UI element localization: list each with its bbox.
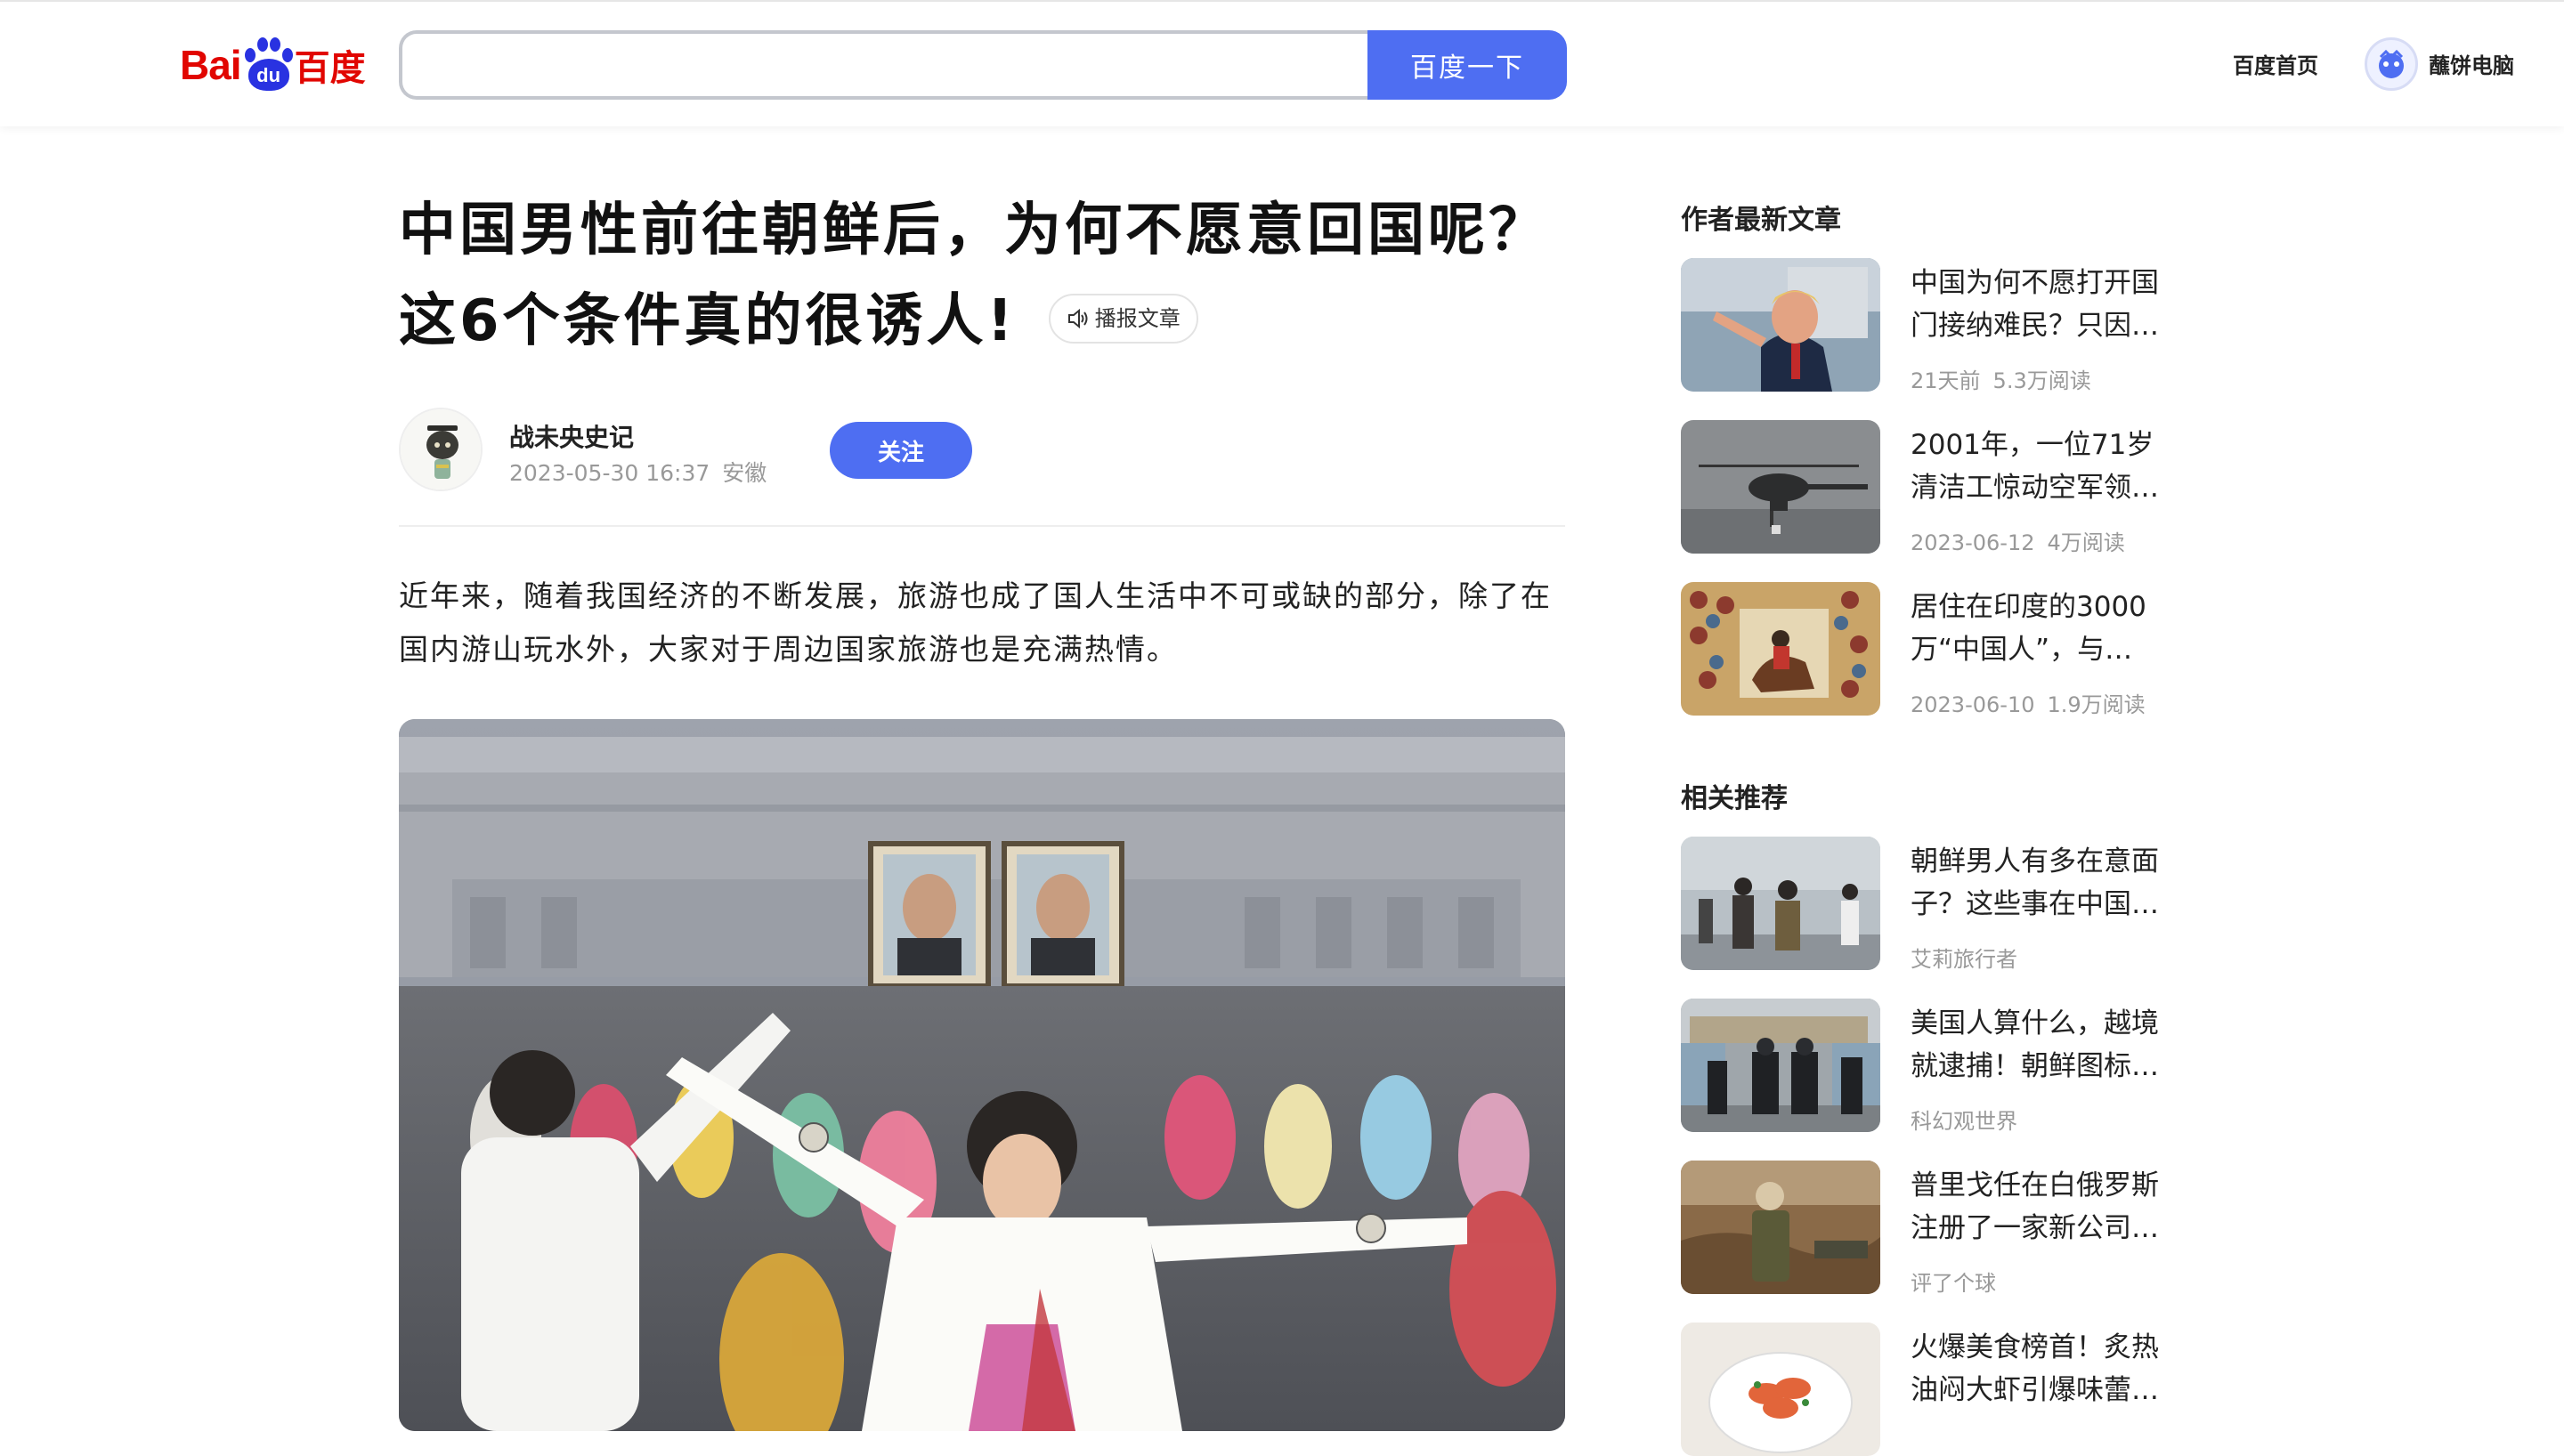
latest-article-card[interactable]: 居住在印度的3000万“中国人”，与… 2023-06-10 1.9万阅读 (1681, 582, 2179, 718)
related-article-card[interactable]: 美国人算什么，越境就逮捕！朝鲜图标… 科幻观世界 (1681, 999, 2179, 1135)
card-title: 普里戈任在白俄罗斯注册了一家新公司… (1911, 1169, 2159, 1244)
card-meta: 评了个球 (1911, 1266, 1996, 1297)
listen-article-label: 播报文章 (1094, 306, 1181, 332)
card-source: 科幻观世界 (1911, 1109, 2017, 1134)
author-avatar-image (401, 409, 481, 489)
author-meta: 2023-05-30 16:37 安徽 (509, 456, 767, 488)
top-bar: Bai du 百度 百度一下 百度首页 蘸饼电脑 (0, 0, 2564, 126)
card-reads: 4万阅读 (2047, 530, 2125, 555)
card-title: 美国人算什么，越境就逮捕！朝鲜图标… (1911, 1007, 2159, 1082)
speaker-icon (1067, 309, 1088, 329)
article-hero-image (399, 719, 1565, 1431)
latest-article-card[interactable]: 2001年，一位71岁清洁工惊动空军领… 2023-06-12 4万阅读 (1681, 420, 2179, 556)
card-meta: 2023-06-12 4万阅读 (1911, 525, 2125, 556)
hero-photo (399, 719, 1565, 1431)
search-input[interactable] (402, 34, 1369, 96)
paw-icon: du (243, 37, 293, 93)
avatar[interactable] (2365, 37, 2418, 91)
author-name[interactable]: 战未央史记 (509, 418, 634, 454)
card-title: 居住在印度的3000万“中国人”，与… (1911, 591, 2146, 666)
card-meta: 艾莉旅行者 (1911, 942, 2017, 973)
search-box (399, 30, 1369, 100)
card-reads: 1.9万阅读 (2047, 692, 2146, 717)
related-article-card[interactable]: 普里戈任在白俄罗斯注册了一家新公司… 评了个球 (1681, 1161, 2179, 1297)
related-article-card[interactable]: 火爆美食榜首！炙热油闷大虾引爆味蕾… (1681, 1323, 2179, 1456)
card-date: 2023-06-12 (1911, 530, 2035, 555)
card-title: 2001年，一位71岁清洁工惊动空军领… (1911, 429, 2159, 504)
card-meta: 科幻观世界 (1911, 1104, 2017, 1135)
latest-articles-heading: 作者最新文章 (1681, 205, 1841, 236)
logo-latin: Bai (180, 42, 242, 88)
card-date: 21天前 (1911, 368, 1981, 393)
article-title: 中国男性前往朝鲜后，为何不愿意回国呢？这6个条件真的很诱人! 播报文章 (399, 185, 1565, 367)
logo-paw-text: du (247, 59, 289, 91)
follow-button[interactable]: 关注 (830, 422, 972, 479)
logo-chinese: 百度 (294, 49, 366, 88)
article-lead-paragraph: 近年来，随着我国经济的不断发展，旅游也成了国人生活中不可或缺的部分，除了在国内游… (399, 578, 1552, 667)
publish-date: 2023-05-30 16:37 (509, 460, 710, 486)
baidu-home-link[interactable]: 百度首页 (2233, 48, 2318, 79)
baidu-logo[interactable]: Bai du 百度 (180, 34, 366, 96)
article-thumbnail (1681, 258, 1880, 392)
card-source: 艾莉旅行者 (1911, 947, 2017, 972)
card-reads: 5.3万阅读 (1992, 368, 2091, 393)
article-thumbnail (1681, 1323, 1880, 1456)
search-button[interactable]: 百度一下 (1367, 30, 1567, 100)
card-meta: 21天前 5.3万阅读 (1911, 363, 2091, 394)
article-thumbnail (1681, 420, 1880, 554)
article-thumbnail (1681, 837, 1880, 970)
card-date: 2023-06-10 (1911, 692, 2035, 717)
user-avatar-icon (2379, 49, 2404, 78)
article-thumbnail (1681, 999, 1880, 1132)
publish-location: 安徽 (722, 460, 767, 486)
card-source: 评了个球 (1911, 1271, 1996, 1296)
card-title: 朝鲜男人有多在意面子？这些事在中国… (1911, 845, 2159, 920)
user-name-link[interactable]: 蘸饼电脑 (2429, 48, 2514, 79)
card-title: 火爆美食榜首！炙热油闷大虾引爆味蕾… (1911, 1331, 2159, 1406)
article-thumbnail (1681, 582, 1880, 716)
card-meta: 2023-06-10 1.9万阅读 (1911, 687, 2146, 718)
related-article-card[interactable]: 朝鲜男人有多在意面子？这些事在中国… 艾莉旅行者 (1681, 837, 2179, 973)
card-title: 中国为何不愿打开国门接纳难民？只因… (1911, 267, 2159, 342)
author-avatar[interactable] (399, 408, 483, 491)
related-heading: 相关推荐 (1681, 783, 1788, 814)
article-thumbnail (1681, 1161, 1880, 1294)
divider (399, 525, 1565, 527)
article-title-text: 中国男性前往朝鲜后，为何不愿意回国呢？这6个条件真的很诱人! (399, 198, 1549, 354)
latest-article-card[interactable]: 中国为何不愿打开国门接纳难民？只因… 21天前 5.3万阅读 (1681, 258, 2179, 394)
listen-article-button[interactable]: 播报文章 (1048, 294, 1198, 344)
